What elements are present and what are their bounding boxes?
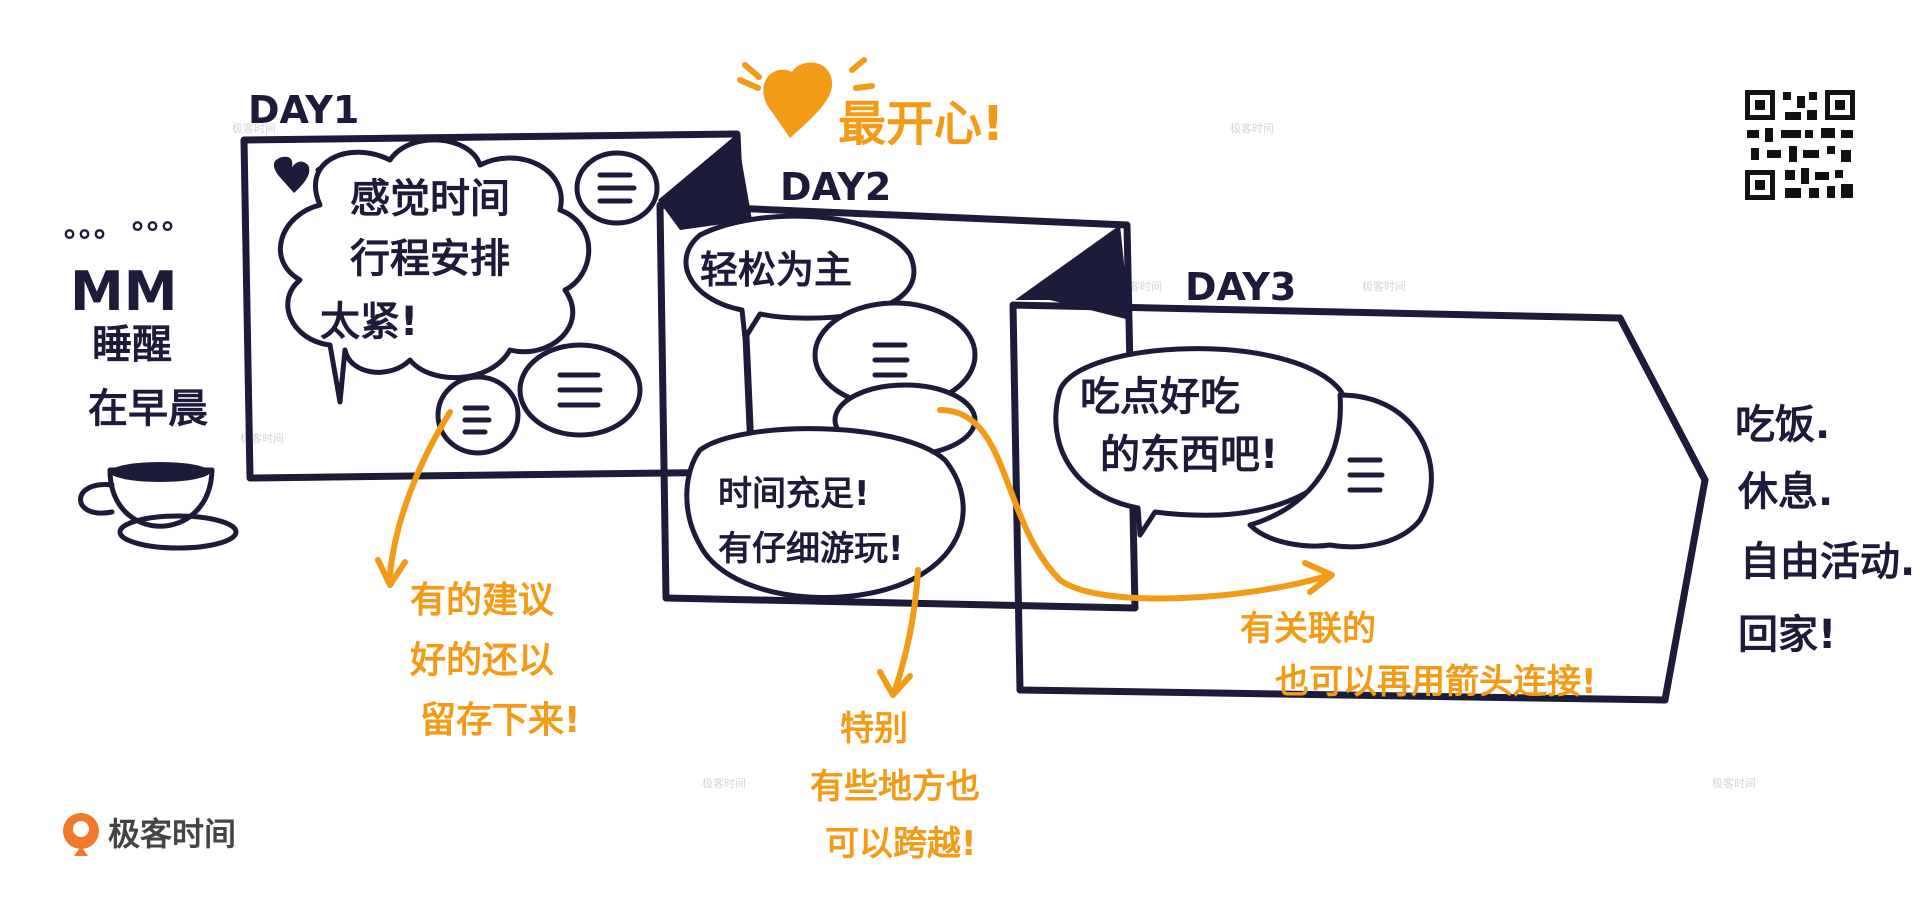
arrow-day1-note <box>387 409 453 578</box>
evening-line-1: 吃饭. <box>1735 402 1830 448</box>
day2-bubble-bottom-line-2: 有仔细游玩! <box>718 529 904 569</box>
day2-title: DAY2 <box>780 165 891 209</box>
heart-label: 最开心! <box>838 96 1004 152</box>
evening-line-2: 休息. <box>1737 469 1833 515</box>
morning-text: 在早晨 <box>88 386 208 432</box>
note2-line-1: 特别 <box>840 709 908 749</box>
watermark-2: 极客时间 <box>1230 121 1274 135</box>
logo-text: 极客时间 <box>108 815 236 853</box>
coffee-surface <box>110 462 210 482</box>
day3-title: DAY3 <box>1185 265 1296 309</box>
watermark-4: 极客时间 <box>1362 279 1406 293</box>
coffee-cup-handle <box>78 482 115 516</box>
evening-line-4: 回家! <box>1738 612 1836 658</box>
day1-board: 感觉时间 行程安排 太紧! DAY1 <box>240 88 756 482</box>
note1-line-2: 好的还以 <box>409 640 554 681</box>
qr-code-icon <box>1745 90 1855 200</box>
note2-line-2: 有些地方也 <box>810 767 980 807</box>
yawn-text: MM <box>70 260 177 323</box>
evening-line-3: 自由活动. <box>1740 539 1915 585</box>
favourite-marker: 最开心! <box>737 57 1004 152</box>
day2-bubble-bottom-line-1: 时间充足! <box>718 474 870 514</box>
note3-line-1: 有关联的 <box>1240 609 1376 649</box>
day1-title: DAY1 <box>248 88 359 132</box>
day1-bubble-line-2: 行程安排 <box>350 236 510 282</box>
note2-line-3: 可以跨越! <box>825 824 977 864</box>
wake-text: 睡醒 <box>92 322 172 368</box>
day1-bubble-line-1: 感觉时间 <box>350 176 510 222</box>
sound-marks-2: °°° <box>130 217 175 252</box>
sound-marks: °°° <box>62 225 107 260</box>
geek-time-logo-icon-inner <box>73 821 89 837</box>
day1-bubble-line-3: 太紧! <box>320 299 418 345</box>
day3-bubble-line-2: 的东西吧! <box>1100 432 1278 478</box>
watermark-7: 极客时间 <box>1712 776 1756 790</box>
annotation-notes: 有的建议 好的还以 留存下来! 特别 有些地方也 可以跨越! 有关联的 也可以再… <box>409 580 1597 864</box>
heart-icon <box>763 62 833 138</box>
note1-line-1: 有的建议 <box>410 580 555 621</box>
day1-fold <box>658 134 752 230</box>
evening-note: 吃饭. 休息. 自由活动. 回家! <box>1735 402 1915 658</box>
note3-line-2: 也可以再用箭头连接! <box>1275 662 1597 702</box>
heart-icon-small <box>273 156 310 193</box>
note1-line-3: 留存下来! <box>420 700 580 741</box>
watermark-6: 极客时间 <box>702 776 746 790</box>
geek-time-logo: 极客时间 <box>63 813 236 856</box>
day2-bubble-top-text: 轻松为主 <box>700 248 852 292</box>
day3-bubble-line-1: 吃点好吃 <box>1080 374 1240 420</box>
sketchnote-canvas: 极客时间 极客时间 极客时间 极客时间 极客时间 极客时间 极客时间 感觉时间 … <box>62 57 1915 864</box>
morning-note: °°° °°° MM 睡醒 在早晨 <box>62 217 239 551</box>
